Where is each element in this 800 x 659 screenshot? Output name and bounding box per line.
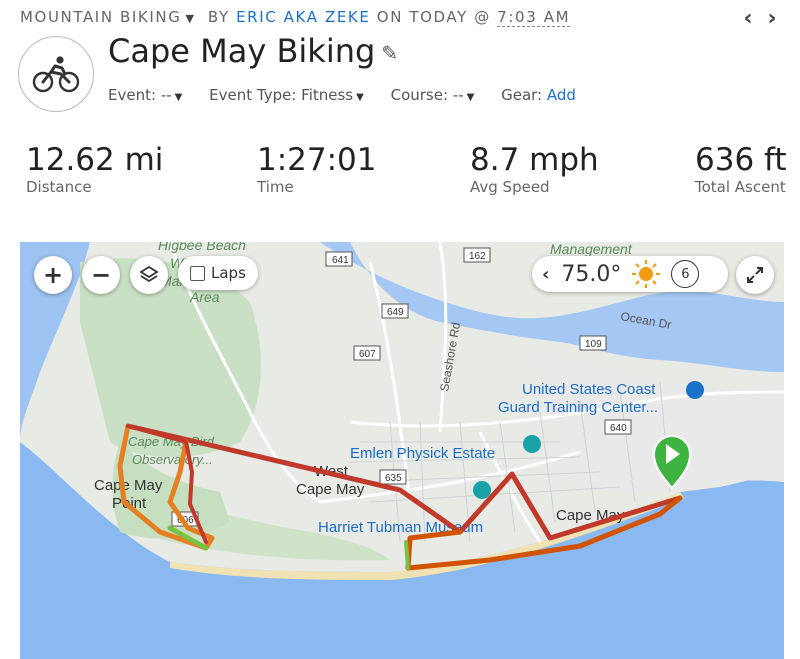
event-type-value: Fitness: [301, 86, 354, 104]
shield-635: 635: [385, 473, 402, 484]
stat-avg-speed: 8.7 mph Avg Speed: [470, 142, 599, 196]
activity-nav: ‹ ›: [736, 6, 784, 31]
temperature-value: 75.0°: [561, 261, 622, 287]
map-label-cape-may: Cape May: [556, 507, 625, 524]
caret-down-icon: ▼: [466, 92, 475, 103]
map-label-cape-may-west: Cape May: [296, 481, 365, 498]
course-dropdown[interactable]: Course: -- ▼: [391, 86, 475, 104]
map-label-coast-guard-1: United States Coast: [522, 381, 656, 398]
laps-toggle[interactable]: Laps: [178, 256, 258, 290]
coast-guard-pin-icon: [686, 381, 704, 399]
caret-down-icon: ▼: [174, 92, 183, 103]
map-label-coast-guard-2: Guard Training Center...: [498, 399, 658, 416]
map-label-higbee: Higbee Beach: [158, 242, 246, 253]
fullscreen-button[interactable]: [736, 256, 774, 294]
activity-time[interactable]: 7:03 AM: [497, 8, 571, 27]
gear-field: Gear: Add: [501, 86, 576, 104]
stat-label: Total Ascent: [695, 178, 786, 196]
museum-pin-icon: [473, 481, 491, 499]
event-label: Event:: [108, 86, 157, 104]
weather-widget[interactable]: ‹ 75.0° 6: [532, 256, 728, 292]
caret-down-icon: ▼: [356, 92, 364, 103]
weather-collapse-arrow-icon[interactable]: ‹: [542, 264, 549, 285]
stat-distance: 12.62 mi Distance: [26, 142, 163, 196]
by-label: BY: [207, 8, 230, 26]
activity-title-text: Cape May Biking: [108, 32, 376, 70]
previous-arrow-icon[interactable]: ‹: [736, 6, 760, 31]
stat-total-ascent: 636 ft Total Ascent: [695, 142, 787, 196]
stat-value: 1:27:01: [257, 142, 377, 178]
map-layers-button[interactable]: [130, 256, 168, 294]
stat-time: 1:27:01 Time: [257, 142, 377, 196]
stat-label: Distance: [26, 178, 92, 196]
activity-properties: Event: -- ▼ Event Type: Fitness ▼ Course: …: [108, 86, 598, 104]
bike-icon: [18, 36, 94, 112]
stat-label: Avg Speed: [470, 178, 550, 196]
event-dropdown[interactable]: Event: -- ▼: [108, 86, 182, 104]
author-link[interactable]: ERIC AKA ZEKE: [236, 8, 370, 26]
map-label-cape-may-point-1: Cape May: [94, 477, 163, 494]
activity-meta: MOUNTAIN BIKING ▼ BY ERIC AKA ZEKE ON TOD…: [20, 8, 571, 27]
stat-value: 636 ft: [695, 142, 787, 178]
caret-down-icon[interactable]: ▼: [185, 12, 195, 25]
gear-add-link[interactable]: Add: [547, 86, 576, 104]
stat-value: 12.62 mi: [26, 142, 164, 178]
next-arrow-icon[interactable]: ›: [760, 6, 784, 31]
event-type-label: Event Type:: [209, 86, 297, 104]
zoom-out-button[interactable]: −: [82, 256, 120, 294]
map-canvas[interactable]: 641 162 649 607 109 640 635 606 Higbee B…: [20, 242, 784, 659]
shield-640: 640: [610, 423, 627, 434]
expand-icon: [747, 267, 763, 283]
shield-109: 109: [585, 339, 602, 350]
stat-value: 8.7 mph: [470, 142, 599, 178]
stat-label: Time: [257, 178, 294, 196]
shield-649: 649: [387, 307, 404, 318]
shield-607: 607: [359, 349, 376, 360]
shield-162: 162: [469, 251, 486, 262]
emlen-pin-icon: [523, 435, 541, 453]
activity-title: Cape May Biking ✎: [108, 32, 398, 70]
zoom-in-button[interactable]: +: [34, 256, 72, 294]
laps-label: Laps: [211, 264, 246, 282]
on-label: ON TODAY @: [376, 8, 491, 26]
edit-pencil-icon[interactable]: ✎: [381, 41, 398, 65]
shield-641: 641: [332, 255, 349, 266]
wind-direction-icon: 6: [671, 260, 700, 288]
gear-label: Gear:: [501, 86, 543, 104]
route-map[interactable]: 641 162 649 607 109 640 635 606 Higbee B…: [20, 242, 784, 659]
wind-speed: 6: [681, 266, 690, 282]
course-value: --: [452, 86, 464, 104]
map-label-management-top: Management: [550, 242, 633, 257]
laps-checkbox[interactable]: [190, 265, 205, 281]
layers-icon: [139, 265, 159, 283]
activity-type-label[interactable]: MOUNTAIN BIKING: [20, 8, 181, 26]
map-label-bird-obs-2: Observatory...: [132, 452, 213, 467]
event-type-dropdown[interactable]: Event Type: Fitness ▼: [209, 86, 364, 104]
map-label-area: Area: [189, 289, 220, 305]
course-label: Course:: [390, 86, 449, 104]
event-value: --: [160, 86, 172, 104]
map-label-emlen: Emlen Physick Estate: [350, 445, 495, 462]
sun-icon: [632, 260, 661, 288]
